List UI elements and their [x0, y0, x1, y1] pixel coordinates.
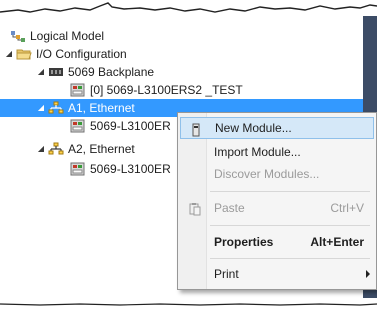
menu-item-shortcut: Alt+Enter [310, 235, 364, 249]
ethernet-network-icon [48, 142, 64, 156]
torn-edge-top [0, 2, 377, 13]
menu-item-label: Print [214, 267, 239, 281]
context-menu: New Module... Import Module... Discover … [177, 112, 377, 290]
menu-item-import-module[interactable]: Import Module... [180, 141, 374, 163]
tree-item-label: 5069-L3100ER [90, 162, 171, 176]
tree-item-a2-child[interactable]: 5069-L3100ER [70, 160, 171, 178]
tree-item-label: I/O Configuration [36, 47, 127, 61]
menu-separator [210, 191, 370, 192]
tree-item-label: A2, Ethernet [68, 142, 135, 156]
logical-model-icon [10, 29, 26, 43]
menu-separator [210, 258, 370, 259]
tree-item-label: A1, Ethernet [68, 101, 135, 115]
torn-edge-bottom [0, 303, 377, 306]
screenshot-frame: Logical Model ◢ I/O Configuration ◢ 5069… [0, 0, 377, 310]
menu-item-properties[interactable]: Properties Alt+Enter [180, 231, 374, 253]
menu-item-label: Properties [214, 235, 274, 249]
menu-item-discover-modules[interactable]: Discover Modules... [180, 163, 374, 185]
expanded-arrow-icon[interactable]: ◢ [4, 49, 14, 59]
menu-item-shortcut: Ctrl+V [330, 201, 364, 215]
new-module-icon [189, 122, 203, 137]
menu-item-print[interactable]: Print [180, 263, 374, 285]
menu-item-paste[interactable]: Paste Ctrl+V [180, 197, 374, 219]
module-icon [70, 162, 86, 176]
menu-item-new-module[interactable]: New Module... [180, 117, 374, 139]
backplane-icon [48, 65, 64, 79]
tree-item-io-configuration[interactable]: ◢ I/O Configuration [4, 45, 127, 63]
menu-item-label: Paste [214, 201, 245, 215]
menu-item-label: Import Module... [214, 145, 301, 159]
expanded-arrow-icon[interactable]: ◢ [36, 144, 46, 154]
module-icon [70, 119, 86, 133]
menu-item-label: Discover Modules... [214, 167, 320, 181]
tree-item-a1-child[interactable]: 5069-L3100ER [70, 117, 171, 135]
tree-item-logical-model[interactable]: Logical Model [10, 27, 104, 45]
menu-item-label: New Module... [215, 121, 292, 135]
tree-item-backplane[interactable]: ◢ 5069 Backplane [36, 63, 154, 81]
tree-item-a2-ethernet[interactable]: ◢ A2, Ethernet [36, 140, 135, 158]
tree-item-label: Logical Model [30, 29, 105, 43]
submenu-arrow-icon [366, 270, 370, 278]
module-icon [70, 83, 86, 97]
tree-item-label: 5069 Backplane [68, 65, 155, 79]
expanded-arrow-icon[interactable]: ◢ [36, 67, 46, 77]
expanded-arrow-icon[interactable]: ◢ [36, 103, 46, 113]
ethernet-network-icon [48, 101, 64, 115]
tree-item-controller[interactable]: [0] 5069-L3100ERS2 _TEST [70, 81, 243, 99]
paste-icon [188, 201, 202, 216]
tree-item-label: [0] 5069-L3100ERS2 _TEST [90, 83, 243, 97]
folder-icon [16, 47, 32, 61]
menu-separator [210, 225, 370, 226]
tree-item-label: 5069-L3100ER [90, 119, 171, 133]
